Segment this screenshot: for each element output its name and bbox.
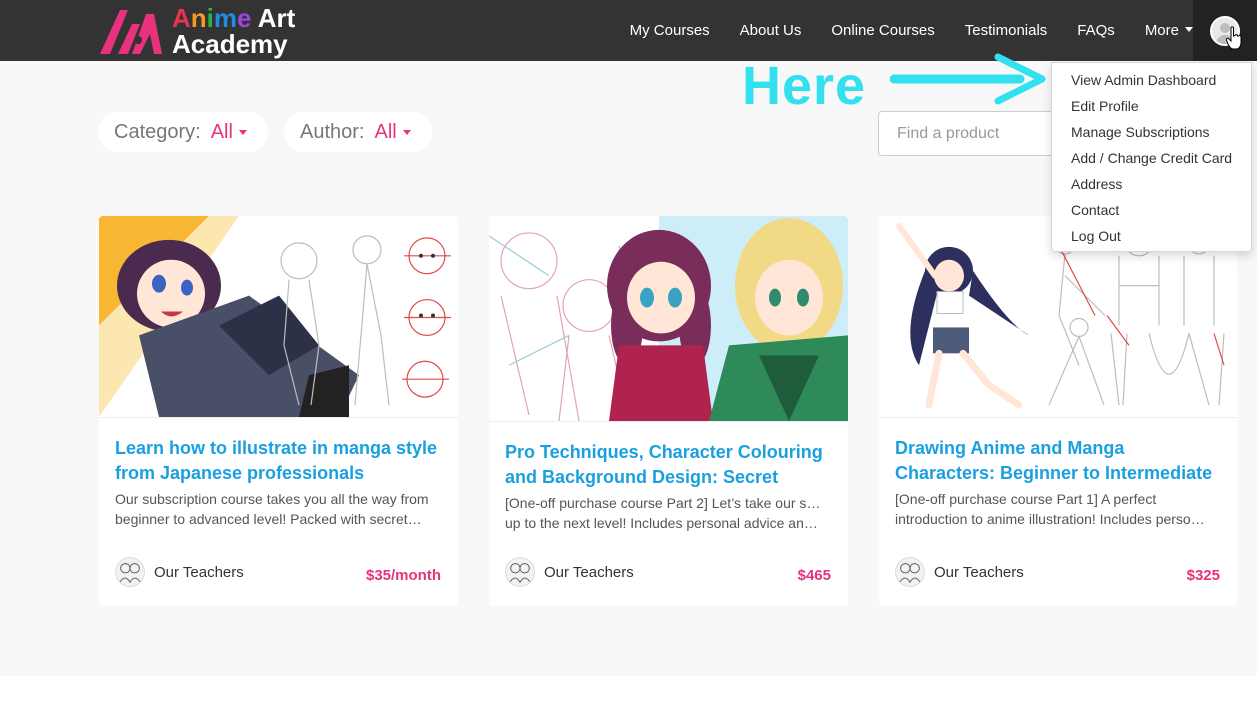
course-thumbnail (99, 216, 458, 418)
menu-item-log-out[interactable]: Log Out (1052, 224, 1251, 250)
menu-item-address[interactable]: Address (1052, 172, 1251, 198)
category-filter[interactable]: Category: All (98, 112, 268, 152)
course-card[interactable]: Drawing Anime and Manga Characters: Begi… (879, 216, 1237, 606)
author-filter[interactable]: Author: All (284, 112, 432, 152)
navbar: Anime Art Academy My Courses About Us On… (0, 0, 1257, 61)
chevron-down-icon (402, 129, 411, 135)
course-description: Our subscription course takes you all th… (115, 491, 429, 527)
course-card[interactable]: Learn how to illustrate in manga style f… (99, 216, 458, 606)
course-title[interactable]: Learn how to illustrate in manga style f… (115, 436, 445, 486)
teachers-avatar-icon (505, 557, 535, 587)
course-title[interactable]: Pro Techniques, Character Colouring and … (505, 440, 835, 490)
course-author: Our Teachers (115, 557, 244, 587)
menu-item-edit-profile[interactable]: Edit Profile (1052, 94, 1251, 120)
hand-cursor-icon (1226, 26, 1242, 50)
course-price: $325 (1186, 567, 1220, 584)
search-input[interactable] (878, 111, 1058, 156)
nav-faqs[interactable]: FAQs (1077, 22, 1115, 39)
course-author: Our Teachers (505, 557, 634, 587)
course-title[interactable]: Drawing Anime and Manga Characters: Begi… (895, 436, 1225, 486)
course-card[interactable]: Pro Techniques, Character Colouring and … (489, 216, 848, 606)
nav-more[interactable]: More (1145, 22, 1193, 39)
logo-line-1: Anime Art (172, 2, 296, 33)
menu-item-manage-subscriptions[interactable]: Manage Subscriptions (1052, 120, 1251, 146)
chevron-down-icon (238, 129, 247, 135)
user-dropdown-menu: View Admin Dashboard Edit Profile Manage… (1051, 62, 1252, 252)
author-value: All (374, 120, 397, 143)
course-author: Our Teachers (895, 557, 1024, 587)
nav-my-courses[interactable]: My Courses (630, 22, 710, 39)
annotation-arrow-icon (890, 53, 1046, 105)
menu-item-credit-card[interactable]: Add / Change Credit Card (1052, 146, 1251, 172)
user-menu-button[interactable] (1193, 0, 1257, 61)
nav-testimonials[interactable]: Testimonials (965, 22, 1048, 39)
page-footer-area (0, 676, 1257, 718)
course-description: [One-off purchase course Part 1] A perfe… (895, 491, 1211, 527)
nav-online-courses[interactable]: Online Courses (831, 22, 934, 39)
nav-about-us[interactable]: About Us (740, 22, 802, 39)
course-description: [One-off purchase course Part 2] Let’s t… (505, 495, 821, 531)
category-value: All (210, 120, 233, 143)
chevron-down-icon (1185, 27, 1193, 32)
site-logo[interactable]: Anime Art Academy (98, 0, 308, 61)
logo-line-2: Academy (172, 28, 288, 59)
course-price: $465 (797, 567, 831, 584)
menu-item-view-admin-dashboard[interactable]: View Admin Dashboard (1052, 68, 1251, 94)
course-thumbnail (489, 216, 848, 422)
annotation-label: Here (742, 56, 867, 116)
logo-text: Anime Art Academy (172, 5, 295, 57)
course-price: $35/month (365, 567, 441, 584)
logo-mark-icon (100, 9, 162, 54)
teachers-avatar-icon (115, 557, 145, 587)
teachers-avatar-icon (895, 557, 925, 587)
menu-item-contact[interactable]: Contact (1052, 198, 1251, 224)
